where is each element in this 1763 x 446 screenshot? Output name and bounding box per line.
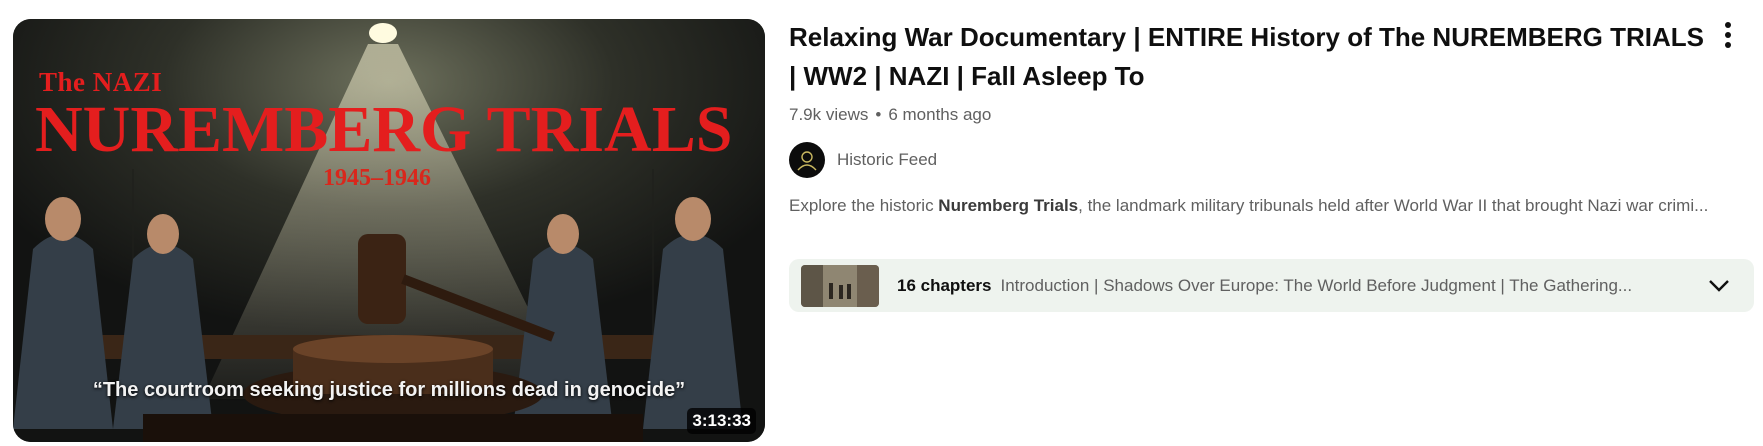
video-description: Explore the historic Nuremberg Trials, t…	[789, 196, 1759, 216]
more-vertical-icon[interactable]	[1716, 18, 1740, 52]
description-suffix: , the landmark military tribunals held a…	[1078, 196, 1709, 215]
person-icon	[797, 151, 817, 171]
meta-separator: •	[875, 105, 882, 124]
video-result: The NAZI NUREMBERG TRIALS 1945–1946 “The…	[0, 0, 1763, 446]
upload-age: 6 months ago	[888, 105, 992, 124]
description-prefix: Explore the historic	[789, 196, 939, 215]
video-thumbnail[interactable]: The NAZI NUREMBERG TRIALS 1945–1946 “The…	[13, 19, 765, 442]
thumbnail-image	[13, 19, 765, 442]
video-title[interactable]: Relaxing War Documentary | ENTIRE Histor…	[789, 18, 1709, 96]
channel-name[interactable]: Historic Feed	[837, 150, 937, 170]
video-metadata: 7.9k views • 6 months ago	[789, 105, 1709, 125]
chapters-bar[interactable]: 16 chapters Introduction | Shadows Over …	[789, 259, 1754, 312]
description-highlight: Nuremberg Trials	[938, 196, 1079, 215]
chapter-list: Introduction | Shadows Over Europe: The …	[1000, 275, 1633, 295]
video-info: Relaxing War Documentary | ENTIRE Histor…	[789, 18, 1709, 216]
channel-link[interactable]: Historic Feed	[789, 142, 1089, 178]
chevron-down-icon[interactable]	[1706, 273, 1732, 299]
avatar[interactable]	[789, 142, 825, 178]
chapter-count: 16 chapters	[897, 275, 992, 295]
chapter-thumbnail	[801, 264, 879, 307]
view-count: 7.9k views	[789, 105, 869, 124]
duration-badge: 3:13:33	[687, 408, 756, 434]
